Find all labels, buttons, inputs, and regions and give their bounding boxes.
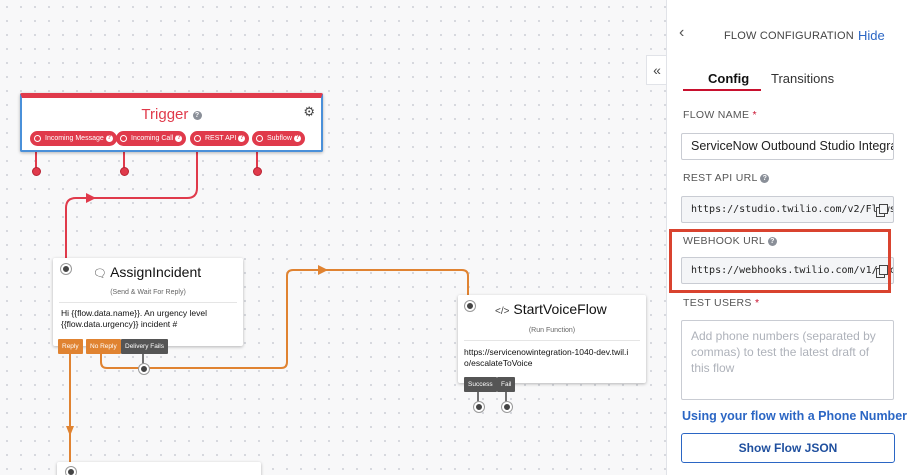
tag-success[interactable]: Success (464, 377, 497, 392)
test-users-label: TEST USERS * (683, 297, 760, 309)
rest-api-url-field[interactable]: https://studio.twilio.com/v2/Flows/ (681, 196, 894, 223)
widget-body: https://servicenowintegration-1040-dev.t… (464, 347, 629, 368)
widget-input-dot[interactable] (61, 264, 71, 274)
help-icon[interactable]: ? (238, 134, 246, 142)
connector-dot[interactable] (474, 402, 484, 412)
help-icon[interactable]: ? (293, 134, 301, 142)
help-icon[interactable]: ? (767, 236, 777, 246)
test-users-textarea[interactable]: Add phone numbers (separated by commas) … (681, 320, 894, 400)
settings-gears-icon[interactable]: ⚙ (303, 104, 315, 120)
phone-number-help-link[interactable]: Using your flow with a Phone Number (682, 409, 907, 423)
assign-incident-widget[interactable]: 🗨 AssignIncident (Send & Wait For Reply)… (53, 258, 243, 346)
divider (464, 340, 640, 341)
widget-title: 🗨 AssignIncident (93, 264, 202, 280)
trigger-connector-dot[interactable] (120, 167, 129, 176)
back-chevron-icon[interactable]: ‹ (679, 24, 684, 42)
widget-body: Hi {{flow.data.name}}. An urgency level … (61, 308, 208, 329)
chat-bubble-icon: 🗨 (93, 268, 107, 280)
tab-config[interactable]: Config (708, 71, 749, 86)
hide-link[interactable]: Hide (858, 28, 885, 43)
widget-input-dot[interactable] (66, 467, 76, 475)
trigger-rest-api[interactable]: REST API? (190, 131, 250, 146)
trigger-subflow[interactable]: Subflow? (252, 131, 305, 146)
next-widget-partial[interactable] (57, 462, 261, 475)
copy-icon[interactable] (876, 265, 888, 278)
collapse-panel-icon[interactable]: « (646, 55, 667, 85)
flow-configuration-panel: ‹ FLOW CONFIGURATION Hide Config Transit… (666, 0, 912, 475)
show-flow-json-button[interactable]: Show Flow JSON (681, 433, 895, 463)
help-icon[interactable]: ? (760, 173, 770, 183)
webhook-url-label: WEBHOOK URL ? (683, 235, 777, 247)
trigger-connector-dot[interactable] (253, 167, 262, 176)
widget-subtitle: (Send & Wait For Reply) (110, 289, 186, 296)
connection-wires (35, 152, 507, 474)
flow-name-input[interactable]: ServiceNow Outbound Studio Integration (681, 133, 894, 160)
widget-title: </> StartVoiceFlow (495, 301, 607, 317)
help-icon[interactable]: ? (192, 110, 202, 120)
trigger-incoming-message[interactable]: Incoming Message? (30, 131, 117, 146)
panel-tabs: Config Transitions (683, 71, 897, 91)
trigger-connector-dot[interactable] (32, 167, 41, 176)
rest-api-url-label: REST API URL ? (683, 172, 770, 184)
flow-name-label: FLOW NAME * (683, 109, 757, 121)
tag-fail[interactable]: Fail (497, 377, 516, 392)
help-icon[interactable]: ? (105, 134, 113, 142)
tag-delivery-fails[interactable]: Delivery Fails (121, 339, 169, 354)
flow-canvas[interactable]: Trigger ? ⚙ Incoming Message? Incoming C… (0, 0, 666, 475)
widget-subtitle: (Run Function) (528, 327, 576, 334)
trigger-widget[interactable]: Trigger ? ⚙ Incoming Message? Incoming C… (20, 93, 323, 152)
connector-dot[interactable] (139, 364, 149, 374)
trigger-incoming-call[interactable]: Incoming Call? (116, 131, 187, 146)
active-tab-underline (683, 89, 761, 91)
widget-input-dot[interactable] (465, 301, 475, 311)
divider (59, 302, 237, 303)
connector-dot[interactable] (502, 402, 512, 412)
start-voice-flow-widget[interactable]: </> StartVoiceFlow (Run Function) https:… (458, 295, 646, 383)
help-icon[interactable]: ? (175, 134, 183, 142)
tag-no-reply[interactable]: No Reply (86, 339, 121, 354)
copy-icon[interactable] (876, 204, 888, 217)
code-icon: </> (495, 306, 510, 317)
webhook-url-field[interactable]: https://webhooks.twilio.com/v1/Accounts/ (681, 257, 894, 284)
trigger-title: Trigger ? (22, 106, 321, 123)
panel-title: FLOW CONFIGURATION (724, 30, 854, 42)
tab-transitions[interactable]: Transitions (771, 71, 834, 86)
tag-reply[interactable]: Reply (58, 339, 83, 354)
